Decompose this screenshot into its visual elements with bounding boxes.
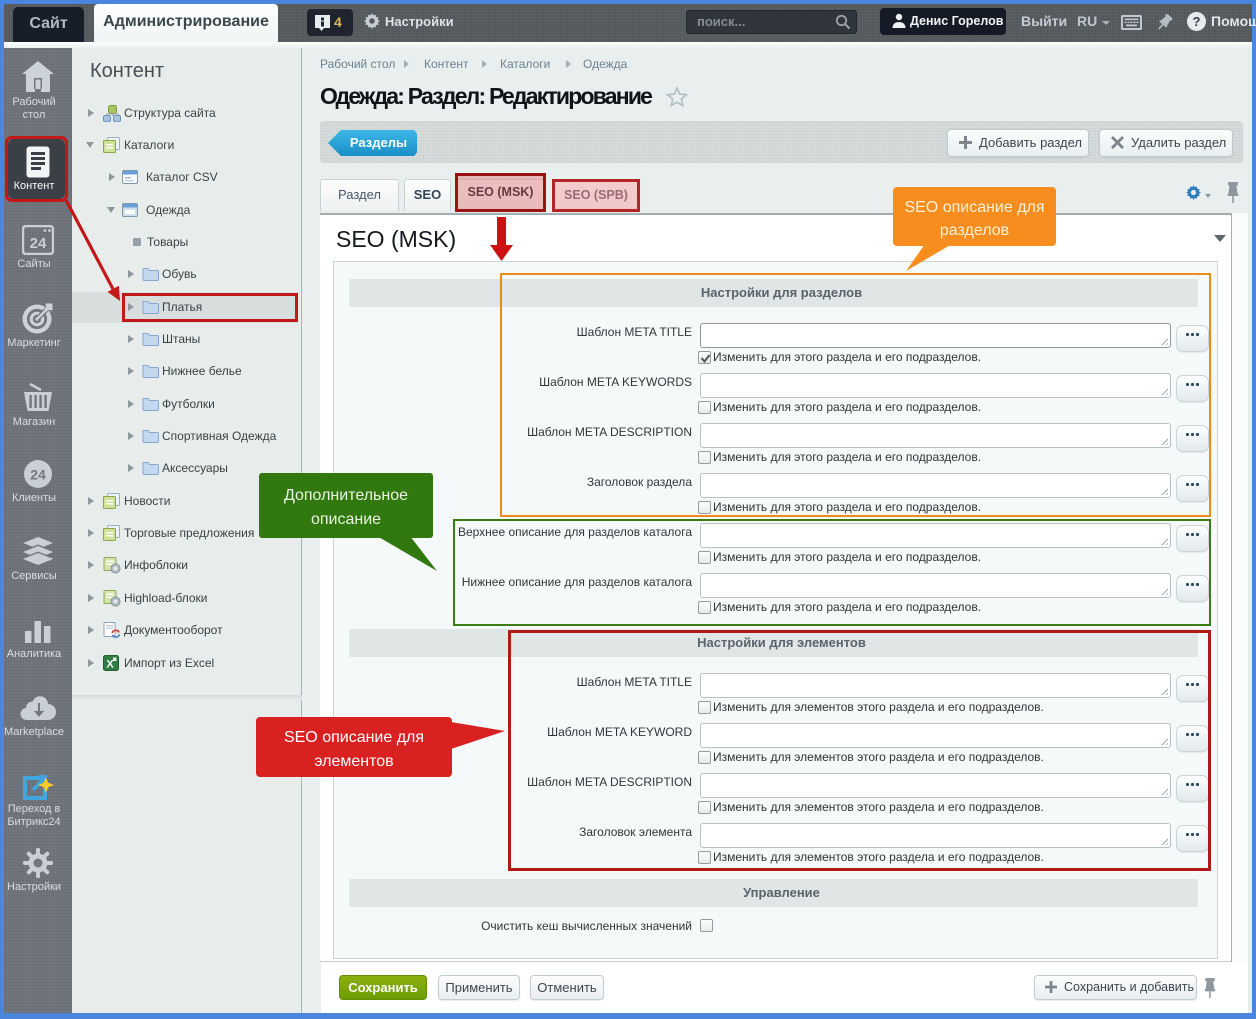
svg-text:24: 24 <box>30 467 46 483</box>
svg-text:24: 24 <box>30 235 47 252</box>
svg-text:X: X <box>106 659 114 671</box>
